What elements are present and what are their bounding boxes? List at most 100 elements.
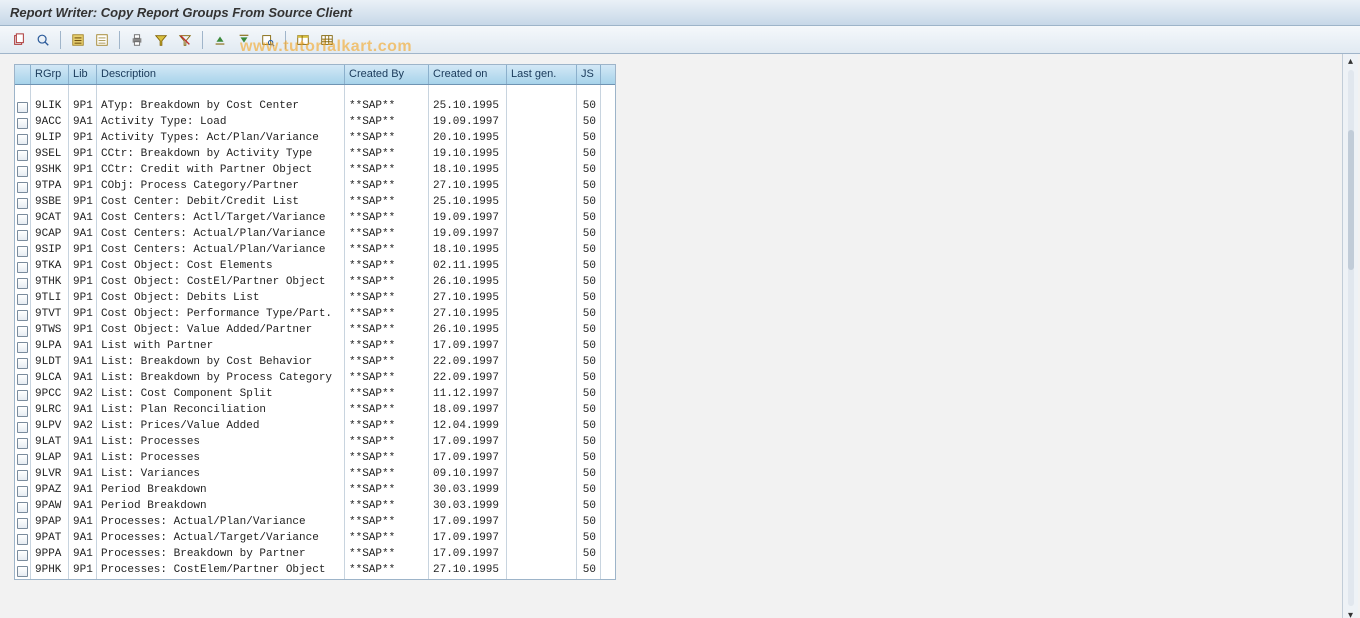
copy-icon[interactable]	[8, 30, 30, 50]
row-checkbox[interactable]	[15, 403, 31, 419]
col-js[interactable]: JS	[577, 65, 601, 84]
table-row[interactable]: 9PHK9P1Processes: CostElem/Partner Objec…	[15, 563, 615, 579]
cell-last-gen	[507, 243, 577, 259]
row-checkbox[interactable]	[15, 291, 31, 307]
vertical-scrollbar[interactable]: ▴ ▾	[1342, 54, 1358, 618]
row-checkbox[interactable]	[15, 355, 31, 371]
row-checkbox[interactable]	[15, 451, 31, 467]
row-checkbox[interactable]	[15, 259, 31, 275]
table-row[interactable]: 9PAT9A1Processes: Actual/Target/Variance…	[15, 531, 615, 547]
row-checkbox[interactable]	[15, 339, 31, 355]
find-icon[interactable]	[257, 30, 279, 50]
print-icon[interactable]	[126, 30, 148, 50]
row-checkbox[interactable]	[15, 419, 31, 435]
cell-lib: 9A1	[69, 403, 97, 419]
row-checkbox[interactable]	[15, 515, 31, 531]
row-checkbox[interactable]	[15, 179, 31, 195]
table-row[interactable]: 9SIP9P1Cost Centers: Actual/Plan/Varianc…	[15, 243, 615, 259]
table-row[interactable]: 9LPA9A1List with Partner**SAP**17.09.199…	[15, 339, 615, 355]
col-created-by[interactable]: Created By	[345, 65, 429, 84]
cell-created-on: 17.09.1997	[429, 547, 507, 563]
cell-lib: 9P1	[69, 243, 97, 259]
row-checkbox[interactable]	[15, 435, 31, 451]
col-checkbox[interactable]	[15, 65, 31, 84]
row-checkbox[interactable]	[15, 323, 31, 339]
table-row[interactable]: 9PAW9A1Period Breakdown**SAP**30.03.1999…	[15, 499, 615, 515]
select-all-icon[interactable]	[67, 30, 89, 50]
display-icon[interactable]	[32, 30, 54, 50]
scrollbar-track[interactable]	[1348, 70, 1354, 606]
col-last-gen[interactable]: Last gen.	[507, 65, 577, 84]
cell-created-on: 19.09.1997	[429, 211, 507, 227]
col-description[interactable]: Description	[97, 65, 345, 84]
table-row[interactable]: 9SBE9P1Cost Center: Debit/Credit List**S…	[15, 195, 615, 211]
table-row[interactable]: 9LIK9P1ATyp: Breakdown by Cost Center**S…	[15, 99, 615, 115]
row-checkbox[interactable]	[15, 275, 31, 291]
cell-rgrp: 9LPV	[31, 419, 69, 435]
row-checkbox[interactable]	[15, 499, 31, 515]
row-checkbox[interactable]	[15, 547, 31, 563]
col-lib[interactable]: Lib	[69, 65, 97, 84]
table-row[interactable]: 9LPV9A2List: Prices/Value Added**SAP**12…	[15, 419, 615, 435]
scrollbar-thumb[interactable]	[1348, 130, 1354, 270]
sort-desc-icon[interactable]	[233, 30, 255, 50]
cell-description: Cost Object: Performance Type/Part.	[97, 307, 345, 323]
cell-lib: 9A1	[69, 339, 97, 355]
row-checkbox[interactable]	[15, 563, 31, 579]
row-checkbox[interactable]	[15, 131, 31, 147]
row-checkbox[interactable]	[15, 467, 31, 483]
grid-icon[interactable]	[316, 30, 338, 50]
sort-asc-icon[interactable]	[209, 30, 231, 50]
table-row[interactable]: 9TWS9P1Cost Object: Value Added/Partner*…	[15, 323, 615, 339]
filter-icon[interactable]	[150, 30, 172, 50]
table-row[interactable]: 9CAT9A1Cost Centers: Actl/Target/Varianc…	[15, 211, 615, 227]
cell-description: List: Breakdown by Cost Behavior	[97, 355, 345, 371]
table-row[interactable]: 9PCC9A2List: Cost Component Split**SAP**…	[15, 387, 615, 403]
table-row[interactable]: 9LRC9A1List: Plan Reconciliation**SAP**1…	[15, 403, 615, 419]
row-checkbox[interactable]	[15, 211, 31, 227]
col-created-on[interactable]: Created on	[429, 65, 507, 84]
table-row[interactable]: 9PPA9A1Processes: Breakdown by Partner**…	[15, 547, 615, 563]
table-row[interactable]: 9LAP9A1List: Processes**SAP**17.09.19975…	[15, 451, 615, 467]
table-row[interactable]: 9SEL9P1CCtr: Breakdown by Activity Type*…	[15, 147, 615, 163]
table-row[interactable]: 9LIP9P1Activity Types: Act/Plan/Variance…	[15, 131, 615, 147]
table-row[interactable]: 9SHK9P1CCtr: Credit with Partner Object*…	[15, 163, 615, 179]
cell-js: 50	[577, 435, 601, 451]
cell-rgrp: 9ACC	[31, 115, 69, 131]
layout-icon[interactable]	[292, 30, 314, 50]
table-row[interactable]: 9PAP9A1Processes: Actual/Plan/Variance**…	[15, 515, 615, 531]
table-row[interactable]: 9THK9P1Cost Object: CostEl/Partner Objec…	[15, 275, 615, 291]
row-checkbox[interactable]	[15, 227, 31, 243]
row-checkbox[interactable]	[15, 163, 31, 179]
table-row[interactable]: 9TPA9P1CObj: Process Category/Partner**S…	[15, 179, 615, 195]
row-checkbox[interactable]	[15, 531, 31, 547]
table-row[interactable]: 9LCA9A1List: Breakdown by Process Catego…	[15, 371, 615, 387]
cell-description: Activity Type: Load	[97, 115, 345, 131]
table-row[interactable]: 9LVR9A1List: Variances**SAP**09.10.19975…	[15, 467, 615, 483]
row-checkbox[interactable]	[15, 99, 31, 115]
row-checkbox[interactable]	[15, 115, 31, 131]
table-row[interactable]: 9TVT9P1Cost Object: Performance Type/Par…	[15, 307, 615, 323]
table-row[interactable]: 9CAP9A1Cost Centers: Actual/Plan/Varianc…	[15, 227, 615, 243]
filter-delete-icon[interactable]	[174, 30, 196, 50]
row-checkbox[interactable]	[15, 387, 31, 403]
cell-created-on: 02.11.1995	[429, 259, 507, 275]
scroll-up-icon[interactable]: ▴	[1344, 54, 1358, 68]
row-checkbox[interactable]	[15, 147, 31, 163]
table-row[interactable]: 9TKA9P1Cost Object: Cost Elements**SAP**…	[15, 259, 615, 275]
col-rgrp[interactable]: RGrp	[31, 65, 69, 84]
table-row[interactable]: 9TLI9P1Cost Object: Debits List**SAP**27…	[15, 291, 615, 307]
table-row[interactable]: 9PAZ9A1Period Breakdown**SAP**30.03.1999…	[15, 483, 615, 499]
deselect-all-icon[interactable]	[91, 30, 113, 50]
table-row[interactable]: 9LAT9A1List: Processes**SAP**17.09.19975…	[15, 435, 615, 451]
row-checkbox[interactable]	[15, 243, 31, 259]
table-row[interactable]: 9LDT9A1List: Breakdown by Cost Behavior*…	[15, 355, 615, 371]
cell-last-gen	[507, 115, 577, 131]
scroll-down-icon[interactable]: ▾	[1344, 608, 1358, 618]
row-checkbox[interactable]	[15, 483, 31, 499]
row-checkbox[interactable]	[15, 307, 31, 323]
row-checkbox[interactable]	[15, 371, 31, 387]
row-checkbox[interactable]	[15, 195, 31, 211]
cell-created-by: **SAP**	[345, 131, 429, 147]
table-row[interactable]: 9ACC9A1Activity Type: Load**SAP**19.09.1…	[15, 115, 615, 131]
